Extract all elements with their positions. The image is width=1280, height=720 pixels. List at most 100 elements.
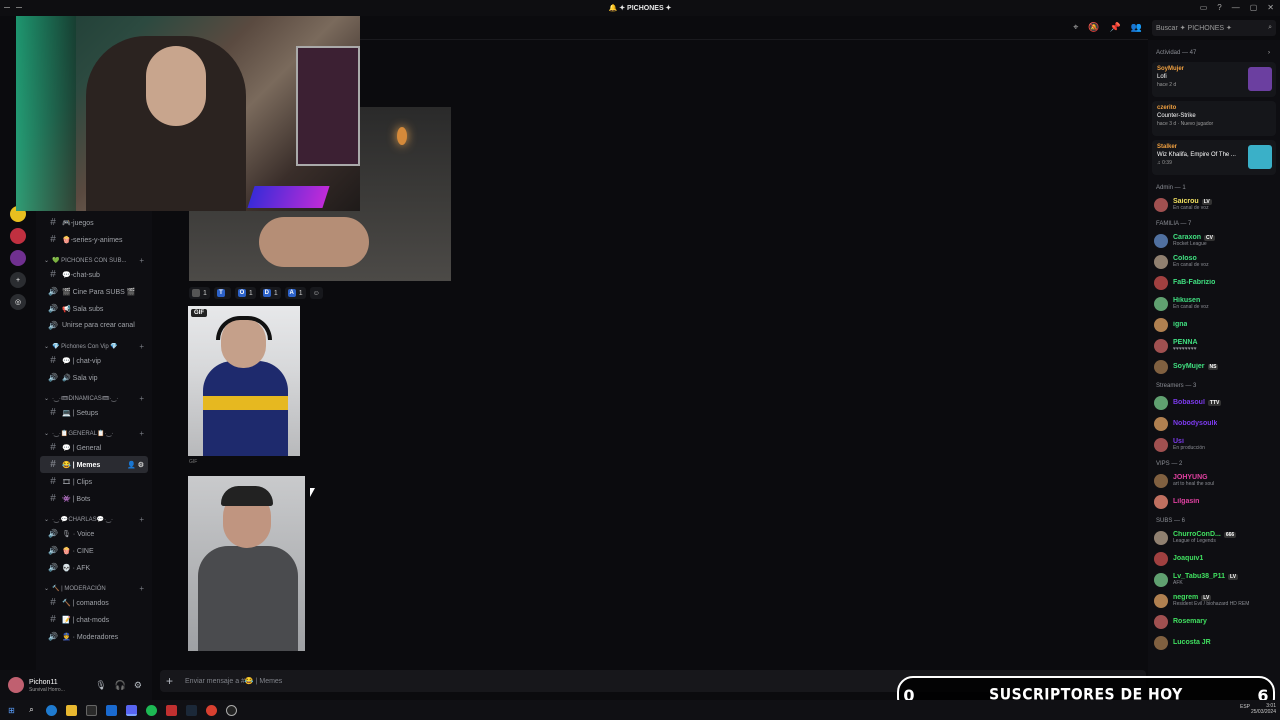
member-item[interactable]: Lucosta JR xyxy=(1148,632,1280,653)
add-channel-icon[interactable]: + xyxy=(139,342,152,351)
help-icon[interactable]: ? xyxy=(1217,3,1221,12)
activity-card[interactable]: SoyMujer Lofi hace 2 d xyxy=(1152,62,1276,97)
text-channel[interactable]: # 🍿-series-y-animes xyxy=(40,231,148,248)
reaction[interactable]: T xyxy=(213,287,231,299)
edge-icon[interactable] xyxy=(46,704,57,716)
reaction[interactable]: D1 xyxy=(259,287,281,299)
server-icon[interactable] xyxy=(10,250,26,266)
member-item[interactable]: Nobodysoulk xyxy=(1148,413,1280,434)
member-item[interactable]: FaB-Fabrizio xyxy=(1148,272,1280,293)
language-indicator[interactable]: ESP xyxy=(1240,704,1250,710)
member-item[interactable]: Caraxon CV Rocket League xyxy=(1148,230,1280,251)
voice-channel[interactable]: 🔊 💀 · AFK xyxy=(40,559,148,576)
window-menu[interactable] xyxy=(4,3,24,11)
search-icon[interactable]: ⌕ xyxy=(26,705,37,716)
channel-category[interactable]: ⌄ 💚 PICHONES CON SUB... + xyxy=(36,254,152,266)
member-item[interactable]: Usi En producción xyxy=(1148,434,1280,455)
app-icon[interactable] xyxy=(166,704,177,716)
voice-channel[interactable]: 🔊 📢 Sala subs xyxy=(40,300,148,317)
text-channel[interactable]: # 😂 | Memes 👤 ⚙ xyxy=(40,456,148,473)
member-item[interactable]: igna xyxy=(1148,314,1280,335)
start-icon[interactable]: ⊞ xyxy=(6,705,17,716)
avatar xyxy=(1154,593,1168,608)
add-channel-icon[interactable]: + xyxy=(139,256,152,265)
inbox-icon[interactable]: ▭ xyxy=(1200,3,1208,12)
member-item[interactable]: Joaquiv1 xyxy=(1148,548,1280,569)
add-reaction-button[interactable]: ☺ xyxy=(309,287,323,299)
channel-category[interactable]: ⌄ 🔨 | MODERACIÓN + xyxy=(36,582,152,594)
channel-category[interactable]: ⌄ ·‿·📋GENERAL📋·‿· + xyxy=(36,427,152,439)
member-item[interactable]: ChurroConD... 666 League of Legends xyxy=(1148,527,1280,548)
reaction[interactable]: A1 xyxy=(284,287,306,299)
member-item[interactable]: Rosemary xyxy=(1148,611,1280,632)
voice-channel[interactable]: 🔊 🍿 · CINE xyxy=(40,542,148,559)
notifications-icon[interactable]: 🔕 xyxy=(1088,22,1099,33)
add-channel-icon[interactable]: + xyxy=(139,394,152,403)
add-server-icon[interactable]: + xyxy=(10,272,26,288)
add-channel-icon[interactable]: + xyxy=(139,584,152,593)
text-channel[interactable]: # 👾 | Bots xyxy=(40,490,148,507)
member-item[interactable]: JOHYUNG art to heal the soul xyxy=(1148,470,1280,491)
channel-category[interactable]: ⌄ ·‿·🎟DINAMICAS🎟·‿· + xyxy=(36,392,152,404)
voice-channel[interactable]: 🔊 🔊 Sala vip xyxy=(40,369,148,386)
text-channel[interactable]: # 🎞 | Clips xyxy=(40,473,148,490)
microphone-icon[interactable]: 🎙 xyxy=(95,680,106,691)
gif-attachment[interactable]: GIF xyxy=(188,306,300,456)
discord-icon[interactable] xyxy=(126,704,137,716)
close-button[interactable]: ✕ xyxy=(1267,3,1274,12)
text-channel[interactable]: # 💬 | chat-vip xyxy=(40,352,148,369)
text-channel[interactable]: # 🎮-juegos xyxy=(40,214,148,231)
reaction[interactable]: O1 xyxy=(234,287,256,299)
members-icon[interactable]: 👥 xyxy=(1131,22,1142,33)
member-item[interactable]: Bobasoul TTV xyxy=(1148,392,1280,413)
channel-category[interactable]: ⌄ 💎 Pichones Con Vip 💎 + xyxy=(36,340,152,352)
voice-channel[interactable]: 🔊 🎙 · Voice xyxy=(40,525,148,542)
threads-icon[interactable]: ⌖ xyxy=(1073,22,1078,33)
message-input[interactable]: Enviar mensaje a #😂 | Memes xyxy=(185,677,282,685)
text-channel[interactable]: # 🔨 | comandos xyxy=(40,594,148,611)
voice-channel[interactable]: 🔊 👮 · Moderadores xyxy=(40,628,148,645)
mail-icon[interactable] xyxy=(106,704,117,716)
member-item[interactable]: PENNA ♥♥♥♥♥♥♥♥ xyxy=(1148,335,1280,356)
add-channel-icon[interactable]: + xyxy=(139,429,152,438)
obs-icon[interactable] xyxy=(226,704,237,716)
folder-icon[interactable] xyxy=(66,704,77,716)
steam-icon[interactable] xyxy=(186,704,197,716)
settings-icon[interactable]: 👤 ⚙ xyxy=(127,461,148,469)
pin-icon[interactable]: 📌 xyxy=(1110,22,1121,33)
spotify-icon[interactable] xyxy=(146,704,157,716)
minimize-button[interactable]: — xyxy=(1232,3,1240,12)
add-channel-icon[interactable]: + xyxy=(139,515,152,524)
headphones-icon[interactable]: 🎧 xyxy=(115,680,126,691)
member-item[interactable]: Saicrou LV En canal de voz xyxy=(1148,194,1280,215)
store-icon[interactable] xyxy=(86,704,97,716)
explore-icon[interactable]: ◎ xyxy=(10,294,26,310)
attach-plus-icon[interactable]: + xyxy=(166,674,173,688)
gear-icon[interactable]: ⚙ xyxy=(134,680,142,691)
voice-channel[interactable]: 🔊 Unirse para crear canal xyxy=(40,317,148,334)
image-attachment[interactable] xyxy=(188,476,305,651)
chrome-icon[interactable] xyxy=(206,704,217,716)
member-item[interactable]: Hikusen En canal de voz xyxy=(1148,293,1280,314)
search-input[interactable]: Buscar ✦ PICHONES ✦ xyxy=(1156,24,1232,32)
reaction[interactable]: 1 xyxy=(189,287,210,299)
search-box[interactable]: Buscar ✦ PICHONES ✦ ⌕ xyxy=(1152,20,1276,36)
member-item[interactable]: Lilgasin xyxy=(1148,491,1280,512)
voice-channel[interactable]: 🔊 🎬 Cine Para SUBS 🎬 xyxy=(40,283,148,300)
activity-card[interactable]: czerito Counter-Strike hace 3 d · Nuevo ju… xyxy=(1152,101,1276,136)
text-channel[interactable]: # 💻 | Setups xyxy=(40,404,148,421)
chevron-right-icon[interactable]: › xyxy=(1268,50,1272,56)
clock[interactable]: 3:01 25/03/2024 xyxy=(1251,703,1276,715)
member-item[interactable]: Lv_Tabu38_P11 LV AFK xyxy=(1148,569,1280,590)
channel-category[interactable]: ⌄ ·‿·💬CHARLAS💬·‿· + xyxy=(36,513,152,525)
text-channel[interactable]: # 💬 | General xyxy=(40,439,148,456)
member-item[interactable]: SoyMujer NS xyxy=(1148,356,1280,377)
text-channel[interactable]: # 💬-chat-sub xyxy=(40,266,148,283)
text-channel[interactable]: # 📝 | chat-mods xyxy=(40,611,148,628)
member-item[interactable]: negrem LV Resident Evil / biohazard HD REM xyxy=(1148,590,1280,611)
avatar[interactable] xyxy=(8,677,24,693)
server-icon[interactable] xyxy=(10,228,26,244)
activity-card[interactable]: Stalker Wiz Khalifa, Empire Of The ... ♫ 0… xyxy=(1152,140,1276,175)
maximize-button[interactable]: ▢ xyxy=(1250,3,1258,12)
member-item[interactable]: Coloso En canal de voz xyxy=(1148,251,1280,272)
